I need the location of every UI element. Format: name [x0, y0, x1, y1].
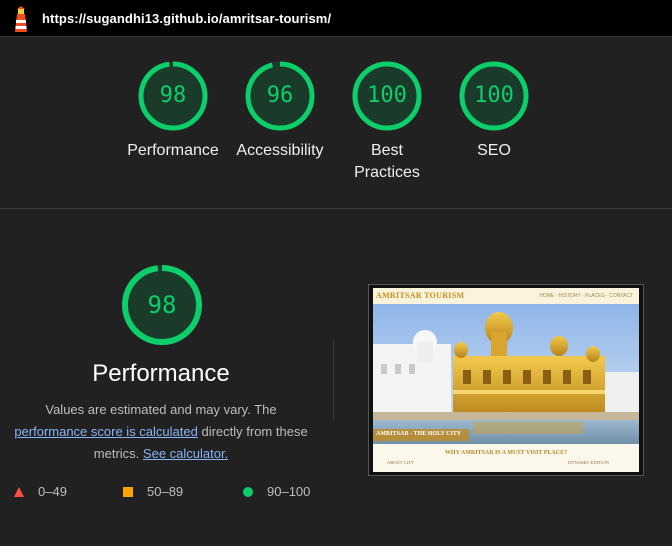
- desc-text: directly from these: [201, 424, 308, 439]
- see-calculator-link[interactable]: See calculator.: [143, 446, 228, 461]
- legend-range: 90–100: [267, 484, 311, 499]
- gauge-seo[interactable]: 100 SEO: [439, 60, 549, 162]
- square-icon: [123, 486, 133, 497]
- final-screenshot[interactable]: AMRITSAR TOURISM HOME · HISTORY · PLACES…: [373, 288, 639, 472]
- screenshot-strip-text: AMRITSAR - THE HOLY CITY: [376, 431, 462, 437]
- lighthouse-icon: [15, 6, 27, 32]
- url-bar: https://sugandhi13.github.io/amritsar-to…: [0, 0, 672, 37]
- gauge-performance[interactable]: 98 Performance: [118, 60, 228, 162]
- legend-fail: 0–49: [14, 484, 67, 499]
- screenshot-strip: AMRITSAR - THE HOLY CITY: [373, 429, 469, 441]
- section-divider: [0, 208, 672, 209]
- golden-temple-image: [373, 304, 639, 444]
- desc-text: metrics.: [93, 446, 140, 461]
- performance-score-link[interactable]: performance score is calculated: [14, 424, 198, 439]
- legend-range: 50–89: [147, 484, 184, 499]
- desc-text: Values are estimated and may vary. The: [45, 402, 277, 417]
- gauge-label: Performance: [127, 142, 219, 159]
- performance-description: Values are estimated and may vary. The p…: [0, 399, 322, 465]
- screenshot-footer-left: ABOUT CITY: [387, 460, 415, 465]
- gauge-label: Best Practices: [354, 142, 420, 181]
- gauge-label: Accessibility: [236, 142, 324, 159]
- gauge-score: 98: [159, 83, 187, 108]
- circle-icon: [243, 486, 253, 497]
- performance-title: Performance: [92, 360, 230, 387]
- gauge-score: 96: [266, 83, 294, 108]
- triangle-icon: [14, 486, 24, 497]
- gauge-accessibility[interactable]: 96 Accessibility: [225, 60, 335, 162]
- legend-range: 0–49: [38, 484, 67, 499]
- vertical-divider: [333, 340, 334, 420]
- performance-score: 98: [147, 291, 177, 319]
- gauge-best-practices[interactable]: 100 Best Practices: [332, 60, 442, 184]
- screenshot-footer-right: DYNAMIC EDITION: [568, 460, 609, 465]
- gauge-score: 100: [367, 83, 407, 108]
- legend-average: 50–89: [123, 484, 183, 499]
- screenshot-nav: HOME · HISTORY · PLACES · CONTACT: [539, 293, 633, 299]
- legend-pass: 90–100: [243, 484, 310, 499]
- screenshot-header: AMRITSAR TOURISM HOME · HISTORY · PLACES…: [373, 288, 639, 305]
- screenshot-question: WHY AMRITSAR IS A MUST VISIT PLACE?: [444, 450, 568, 456]
- report-url[interactable]: https://sugandhi13.github.io/amritsar-to…: [42, 11, 331, 26]
- gauge-label: SEO: [477, 142, 511, 159]
- gauge-score: 100: [474, 83, 514, 108]
- screenshot-brand: AMRITSAR TOURISM: [376, 291, 465, 300]
